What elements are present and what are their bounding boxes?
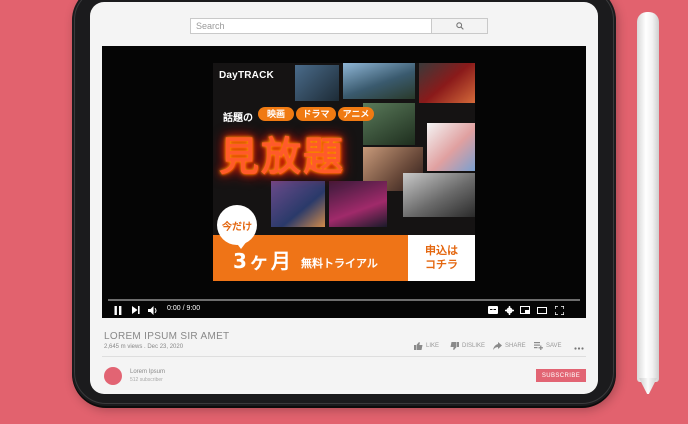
dislike-label: DISLIKE bbox=[462, 343, 486, 349]
settings-button[interactable] bbox=[503, 304, 515, 316]
thumb-2 bbox=[343, 63, 415, 99]
playlist-add-icon bbox=[534, 342, 543, 350]
more-horizontal-icon bbox=[574, 347, 584, 350]
ad-cta-line2: コチラ bbox=[425, 258, 458, 271]
stylus-tip bbox=[639, 378, 657, 394]
thumb-7 bbox=[271, 181, 325, 227]
captions-button[interactable] bbox=[487, 304, 499, 316]
ad-tag-movies: 映画 bbox=[258, 107, 294, 121]
time-display: 0:00 / 9:00 bbox=[167, 305, 201, 312]
dislike-button[interactable]: DISLIKE bbox=[450, 342, 485, 350]
ad-tag-drama: ドラマ bbox=[296, 107, 336, 121]
volume-button[interactable] bbox=[147, 304, 159, 316]
ad-cta-line1: 申込は bbox=[425, 244, 458, 257]
thumbs-up-icon bbox=[414, 342, 423, 350]
save-label: SAVE bbox=[546, 343, 562, 349]
fullscreen-icon bbox=[554, 305, 564, 315]
theater-mode-icon bbox=[537, 306, 547, 314]
ad-tag-anime: アニメ bbox=[338, 107, 374, 121]
captions-icon bbox=[488, 306, 498, 314]
video-player[interactable]: DayTRACK 話題の 映画 ドラマ アニメ 見放題 3ヶ月 無料トライアル … bbox=[102, 46, 586, 318]
video-meta: 2,645 m views . Dec 23, 2020 bbox=[104, 344, 184, 350]
pause-button[interactable] bbox=[112, 304, 124, 316]
save-button[interactable]: SAVE bbox=[534, 342, 562, 350]
thumb-9 bbox=[403, 173, 475, 217]
share-label: SHARE bbox=[505, 343, 526, 349]
stylus-pen bbox=[637, 12, 659, 382]
video-title: LOREM IPSUM SIR AMET bbox=[104, 331, 230, 342]
ad-topic-label: 話題の bbox=[223, 113, 253, 124]
thumb-1 bbox=[295, 65, 339, 101]
search-input[interactable]: Search bbox=[190, 18, 432, 34]
ad-brand-logo: DayTRACK bbox=[219, 70, 274, 81]
channel-name[interactable]: Lorem Ipsum bbox=[130, 369, 165, 375]
miniplayer-button[interactable] bbox=[519, 304, 531, 316]
share-button[interactable]: SHARE bbox=[493, 342, 526, 350]
ad-offer-text: 3ヶ月 bbox=[233, 249, 293, 273]
thumb-3 bbox=[419, 63, 475, 103]
like-label: LIKE bbox=[426, 343, 440, 349]
search-icon bbox=[455, 22, 464, 30]
thumb-8 bbox=[329, 181, 387, 227]
skip-next-icon bbox=[132, 306, 140, 314]
like-button[interactable]: LIKE bbox=[414, 342, 439, 350]
fullscreen-button[interactable] bbox=[553, 304, 565, 316]
ad-cta-button[interactable]: 申込は コチラ bbox=[408, 235, 475, 281]
theater-button[interactable] bbox=[536, 304, 548, 316]
miniplayer-icon bbox=[520, 306, 530, 314]
more-options-button[interactable] bbox=[574, 342, 584, 353]
thumbs-down-icon bbox=[450, 342, 459, 350]
search-button[interactable] bbox=[432, 18, 488, 34]
channel-subscriber-count: 512 subscriber bbox=[130, 377, 163, 383]
share-icon bbox=[493, 342, 502, 350]
ad-creative[interactable]: DayTRACK 話題の 映画 ドラマ アニメ 見放題 3ヶ月 無料トライアル … bbox=[213, 63, 475, 281]
player-controls: 0:00 / 9:00 bbox=[102, 302, 586, 318]
subscribe-button[interactable]: SUBSCRIBE bbox=[536, 369, 586, 382]
tablet-screen: Search DayTRACK 話題の 映画 ドラマ アニメ 見放題 3ヶ月 無… bbox=[90, 2, 598, 394]
volume-icon bbox=[148, 305, 157, 315]
gear-icon bbox=[504, 305, 514, 315]
ad-limited-badge: 今だけ bbox=[217, 205, 257, 249]
ad-headline: 見放題 bbox=[219, 134, 345, 180]
divider bbox=[102, 356, 586, 357]
ad-offer-subtext: 無料トライアル bbox=[301, 257, 378, 270]
channel-avatar[interactable] bbox=[104, 367, 122, 385]
pause-icon bbox=[114, 305, 122, 315]
thumb-6 bbox=[427, 123, 475, 171]
progress-bar[interactable] bbox=[108, 299, 580, 301]
next-button[interactable] bbox=[130, 304, 142, 316]
